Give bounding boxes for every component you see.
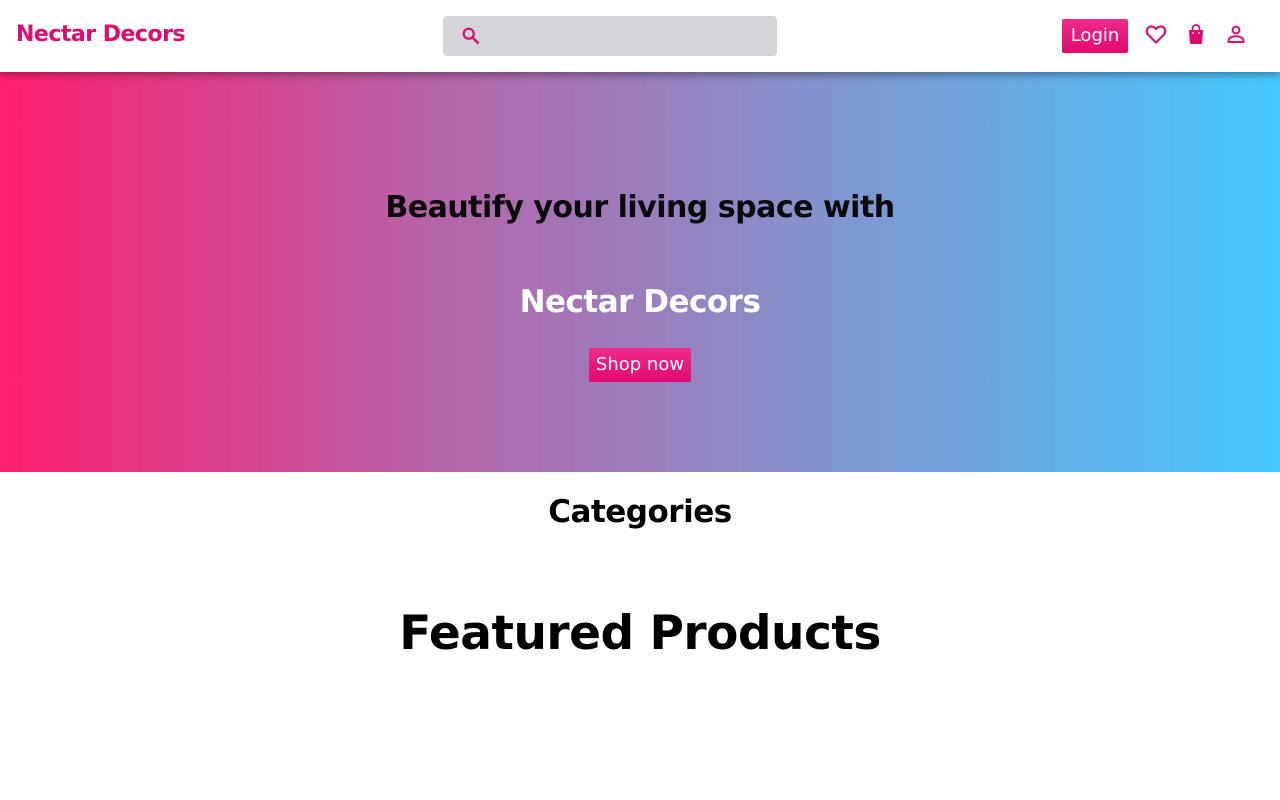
search-input[interactable] xyxy=(491,22,769,50)
categories-heading: Categories xyxy=(548,494,732,530)
shop-now-button[interactable]: Shop now xyxy=(589,348,691,382)
hero-brand-title: Nectar Decors xyxy=(519,284,761,320)
search-bar[interactable] xyxy=(443,16,777,56)
hero-tagline: Beautify your living space with xyxy=(385,190,895,225)
featured-products-heading: Featured Products xyxy=(399,606,881,661)
heart-icon[interactable] xyxy=(1144,22,1168,46)
user-icon[interactable] xyxy=(1224,22,1248,46)
login-button[interactable]: Login xyxy=(1062,19,1128,53)
top-navbar: Nectar Decors Login xyxy=(0,0,1280,72)
brand-logo[interactable]: Nectar Decors xyxy=(16,22,186,47)
shopping-bag-icon[interactable] xyxy=(1184,22,1208,46)
hero-banner: Beautify your living space with Nectar D… xyxy=(0,72,1280,472)
search-icon[interactable] xyxy=(460,25,482,47)
